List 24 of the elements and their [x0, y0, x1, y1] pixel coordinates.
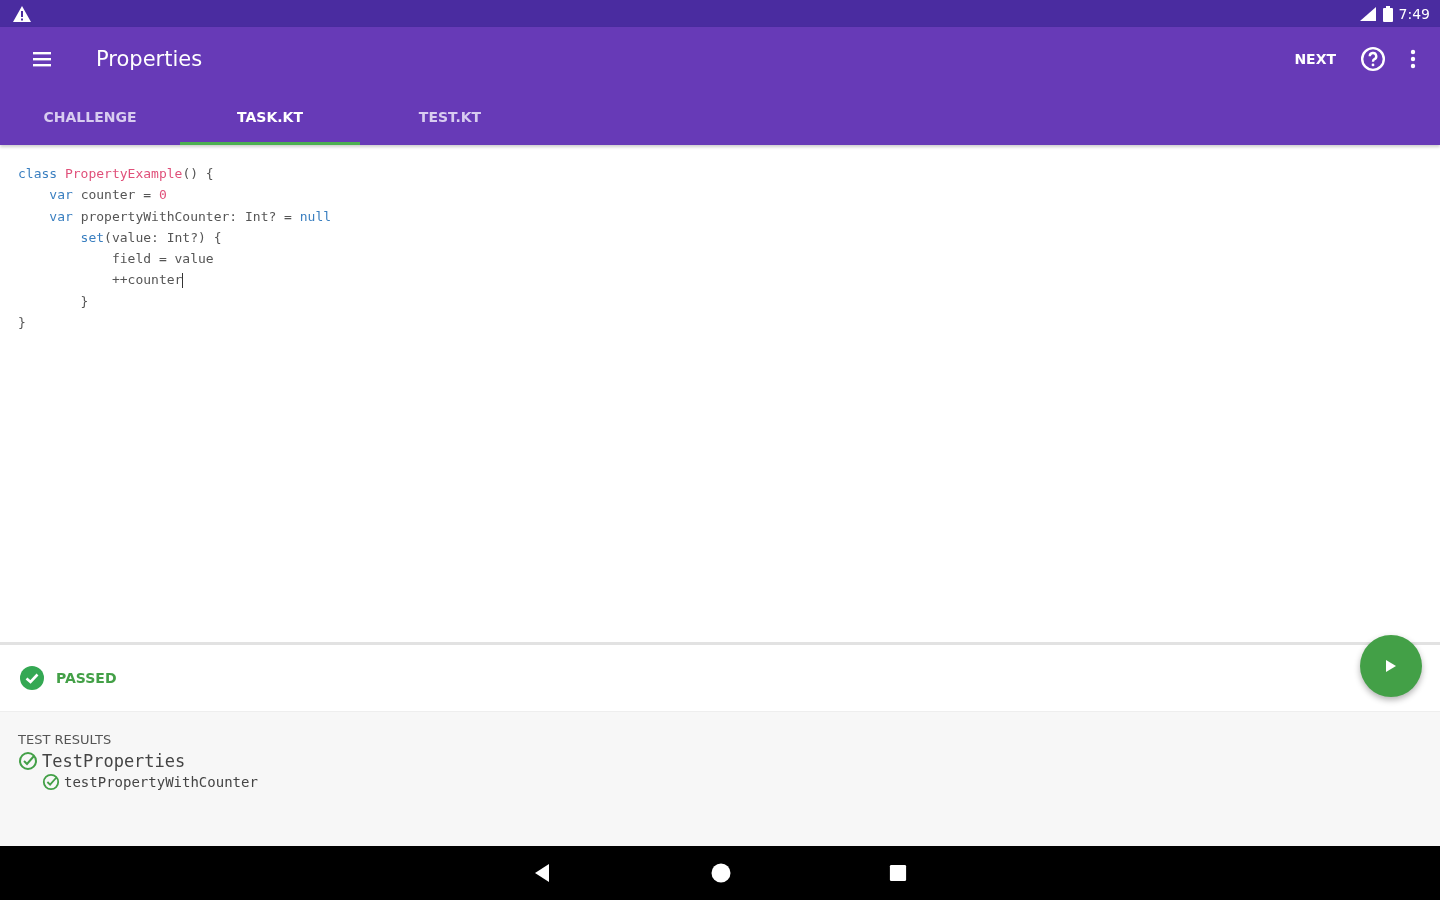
- code-line: var propertyWithCounter: Int? = null: [48, 207, 333, 226]
- signal-icon: [1358, 5, 1377, 22]
- code-line: set(value: Int?) {: [79, 228, 223, 247]
- test-name: testPropertyWithCounter: [64, 774, 258, 790]
- code-editor[interactable]: class PropertyExample() { var counter = 0 var propertyWithCounter: Int? = null set(value: Int?) { field = value ++counter } }: [0, 145, 1440, 645]
- code-line: }: [79, 292, 90, 311]
- code-line: class PropertyExample() {: [18, 165, 215, 183]
- code-line: }: [18, 314, 27, 333]
- code-line: var counter = 0: [48, 186, 168, 205]
- warning-icon: [12, 4, 32, 23]
- screen-title: Properties: [96, 47, 203, 71]
- file-tab[interactable]: TEST.KT: [360, 91, 540, 145]
- battery-icon: [1382, 5, 1393, 22]
- run-button[interactable]: [1360, 635, 1422, 697]
- next-button[interactable]: NEXT: [1288, 45, 1342, 73]
- code-line: field = value: [110, 250, 215, 269]
- code-line: ++counter: [110, 271, 185, 291]
- clock-time: 7:49: [1398, 5, 1430, 22]
- file-tab[interactable]: CHALLENGE: [0, 91, 180, 145]
- play-icon: [1385, 659, 1397, 673]
- result-status: PASSED: [56, 670, 117, 686]
- test-name: TestProperties: [42, 751, 186, 771]
- section-heading: TEST RESULTS: [18, 732, 112, 747]
- file-tab[interactable]: TASK.KT: [180, 91, 360, 145]
